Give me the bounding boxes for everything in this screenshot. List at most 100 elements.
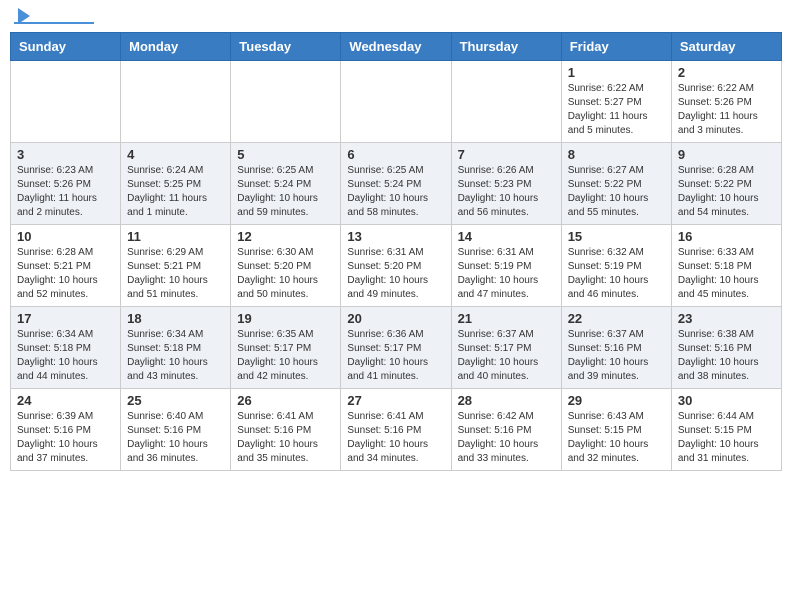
day-number: 4 [127,147,224,162]
week-row-3: 10 Sunrise: 6:28 AM Sunset: 5:21 PM Dayli… [11,225,782,307]
calendar-cell: 12 Sunrise: 6:30 AM Sunset: 5:20 PM Dayli… [231,225,341,307]
calendar-cell: 1 Sunrise: 6:22 AM Sunset: 5:27 PM Daylig… [561,61,671,143]
weekday-header-monday: Monday [121,33,231,61]
calendar-cell: 11 Sunrise: 6:29 AM Sunset: 5:21 PM Dayli… [121,225,231,307]
calendar-cell: 29 Sunrise: 6:43 AM Sunset: 5:15 PM Dayli… [561,389,671,471]
calendar-cell: 4 Sunrise: 6:24 AM Sunset: 5:25 PM Daylig… [121,143,231,225]
day-info: Sunrise: 6:31 AM Sunset: 5:20 PM Dayligh… [347,246,444,302]
calendar-cell: 2 Sunrise: 6:22 AM Sunset: 5:26 PM Daylig… [671,61,781,143]
day-number: 3 [17,147,114,162]
day-number: 28 [458,393,555,408]
day-info: Sunrise: 6:41 AM Sunset: 5:16 PM Dayligh… [347,410,444,466]
day-info: Sunrise: 6:24 AM Sunset: 5:25 PM Dayligh… [127,164,224,220]
day-number: 15 [568,229,665,244]
calendar-cell: 23 Sunrise: 6:38 AM Sunset: 5:16 PM Dayli… [671,307,781,389]
calendar-cell: 22 Sunrise: 6:37 AM Sunset: 5:16 PM Dayli… [561,307,671,389]
day-info: Sunrise: 6:43 AM Sunset: 5:15 PM Dayligh… [568,410,665,466]
day-info: Sunrise: 6:42 AM Sunset: 5:16 PM Dayligh… [458,410,555,466]
day-info: Sunrise: 6:26 AM Sunset: 5:23 PM Dayligh… [458,164,555,220]
day-info: Sunrise: 6:44 AM Sunset: 5:15 PM Dayligh… [678,410,775,466]
day-number: 1 [568,65,665,80]
calendar-cell: 5 Sunrise: 6:25 AM Sunset: 5:24 PM Daylig… [231,143,341,225]
calendar-cell: 25 Sunrise: 6:40 AM Sunset: 5:16 PM Dayli… [121,389,231,471]
calendar-cell [451,61,561,143]
day-info: Sunrise: 6:30 AM Sunset: 5:20 PM Dayligh… [237,246,334,302]
day-number: 26 [237,393,334,408]
week-row-5: 24 Sunrise: 6:39 AM Sunset: 5:16 PM Dayli… [11,389,782,471]
calendar-cell: 13 Sunrise: 6:31 AM Sunset: 5:20 PM Dayli… [341,225,451,307]
day-info: Sunrise: 6:27 AM Sunset: 5:22 PM Dayligh… [568,164,665,220]
day-info: Sunrise: 6:25 AM Sunset: 5:24 PM Dayligh… [347,164,444,220]
week-row-2: 3 Sunrise: 6:23 AM Sunset: 5:26 PM Daylig… [11,143,782,225]
day-number: 12 [237,229,334,244]
day-number: 10 [17,229,114,244]
day-number: 16 [678,229,775,244]
weekday-header-tuesday: Tuesday [231,33,341,61]
calendar-cell: 26Sunrise: 6:41 AM Sunset: 5:16 PM Dayli… [231,389,341,471]
day-info: Sunrise: 6:31 AM Sunset: 5:19 PM Dayligh… [458,246,555,302]
calendar-cell: 27Sunrise: 6:41 AM Sunset: 5:16 PM Dayli… [341,389,451,471]
day-number: 24 [17,393,114,408]
calendar-cell: 14 Sunrise: 6:31 AM Sunset: 5:19 PM Dayli… [451,225,561,307]
calendar-cell [231,61,341,143]
day-number: 30 [678,393,775,408]
day-number: 17 [17,311,114,326]
day-info: Sunrise: 6:22 AM Sunset: 5:26 PM Dayligh… [678,82,775,138]
day-info: Sunrise: 6:40 AM Sunset: 5:16 PM Dayligh… [127,410,224,466]
day-info: Sunrise: 6:39 AM Sunset: 5:16 PM Dayligh… [17,410,114,466]
day-info: Sunrise: 6:28 AM Sunset: 5:21 PM Dayligh… [17,246,114,302]
day-number: 22 [568,311,665,326]
calendar-table: SundayMondayTuesdayWednesdayThursdayFrid… [10,32,782,471]
calendar-cell: 21 Sunrise: 6:37 AM Sunset: 5:17 PM Dayli… [451,307,561,389]
day-info: Sunrise: 6:22 AM Sunset: 5:27 PM Dayligh… [568,82,665,138]
weekday-header-row: SundayMondayTuesdayWednesdayThursdayFrid… [11,33,782,61]
day-number: 9 [678,147,775,162]
weekday-header-saturday: Saturday [671,33,781,61]
day-info: Sunrise: 6:35 AM Sunset: 5:17 PM Dayligh… [237,328,334,384]
day-info: Sunrise: 6:36 AM Sunset: 5:17 PM Dayligh… [347,328,444,384]
calendar-cell: 17 Sunrise: 6:34 AM Sunset: 5:18 PM Dayli… [11,307,121,389]
calendar-cell: 8 Sunrise: 6:27 AM Sunset: 5:22 PM Daylig… [561,143,671,225]
day-info: Sunrise: 6:34 AM Sunset: 5:18 PM Dayligh… [127,328,224,384]
calendar-cell: 18Sunrise: 6:34 AM Sunset: 5:18 PM Dayli… [121,307,231,389]
weekday-header-sunday: Sunday [11,33,121,61]
day-info: Sunrise: 6:34 AM Sunset: 5:18 PM Dayligh… [17,328,114,384]
day-number: 6 [347,147,444,162]
day-number: 2 [678,65,775,80]
calendar-cell: 7Sunrise: 6:26 AM Sunset: 5:23 PM Daylig… [451,143,561,225]
day-info: Sunrise: 6:25 AM Sunset: 5:24 PM Dayligh… [237,164,334,220]
calendar-cell: 30 Sunrise: 6:44 AM Sunset: 5:15 PM Dayli… [671,389,781,471]
calendar-cell [11,61,121,143]
day-number: 25 [127,393,224,408]
day-number: 29 [568,393,665,408]
day-number: 23 [678,311,775,326]
day-number: 21 [458,311,555,326]
calendar-cell: 28 Sunrise: 6:42 AM Sunset: 5:16 PM Dayli… [451,389,561,471]
day-number: 11 [127,229,224,244]
day-info: Sunrise: 6:37 AM Sunset: 5:17 PM Dayligh… [458,328,555,384]
day-number: 5 [237,147,334,162]
day-number: 8 [568,147,665,162]
calendar-cell: 16 Sunrise: 6:33 AM Sunset: 5:18 PM Dayli… [671,225,781,307]
calendar-cell: 24 Sunrise: 6:39 AM Sunset: 5:16 PM Dayli… [11,389,121,471]
day-info: Sunrise: 6:29 AM Sunset: 5:21 PM Dayligh… [127,246,224,302]
calendar-cell: 15 Sunrise: 6:32 AM Sunset: 5:19 PM Dayli… [561,225,671,307]
weekday-header-friday: Friday [561,33,671,61]
day-info: Sunrise: 6:38 AM Sunset: 5:16 PM Dayligh… [678,328,775,384]
calendar-cell: 9Sunrise: 6:28 AM Sunset: 5:22 PM Daylig… [671,143,781,225]
day-info: Sunrise: 6:32 AM Sunset: 5:19 PM Dayligh… [568,246,665,302]
weekday-header-wednesday: Wednesday [341,33,451,61]
day-info: Sunrise: 6:37 AM Sunset: 5:16 PM Dayligh… [568,328,665,384]
day-number: 14 [458,229,555,244]
day-info: Sunrise: 6:33 AM Sunset: 5:18 PM Dayligh… [678,246,775,302]
week-row-4: 17 Sunrise: 6:34 AM Sunset: 5:18 PM Dayli… [11,307,782,389]
page-header [10,10,782,24]
calendar-cell: 10 Sunrise: 6:28 AM Sunset: 5:21 PM Dayli… [11,225,121,307]
calendar-cell: 6 Sunrise: 6:25 AM Sunset: 5:24 PM Daylig… [341,143,451,225]
calendar-cell: 19Sunrise: 6:35 AM Sunset: 5:17 PM Dayli… [231,307,341,389]
day-number: 13 [347,229,444,244]
logo [14,10,94,24]
day-info: Sunrise: 6:23 AM Sunset: 5:26 PM Dayligh… [17,164,114,220]
calendar-cell: 20Sunrise: 6:36 AM Sunset: 5:17 PM Dayli… [341,307,451,389]
weekday-header-thursday: Thursday [451,33,561,61]
